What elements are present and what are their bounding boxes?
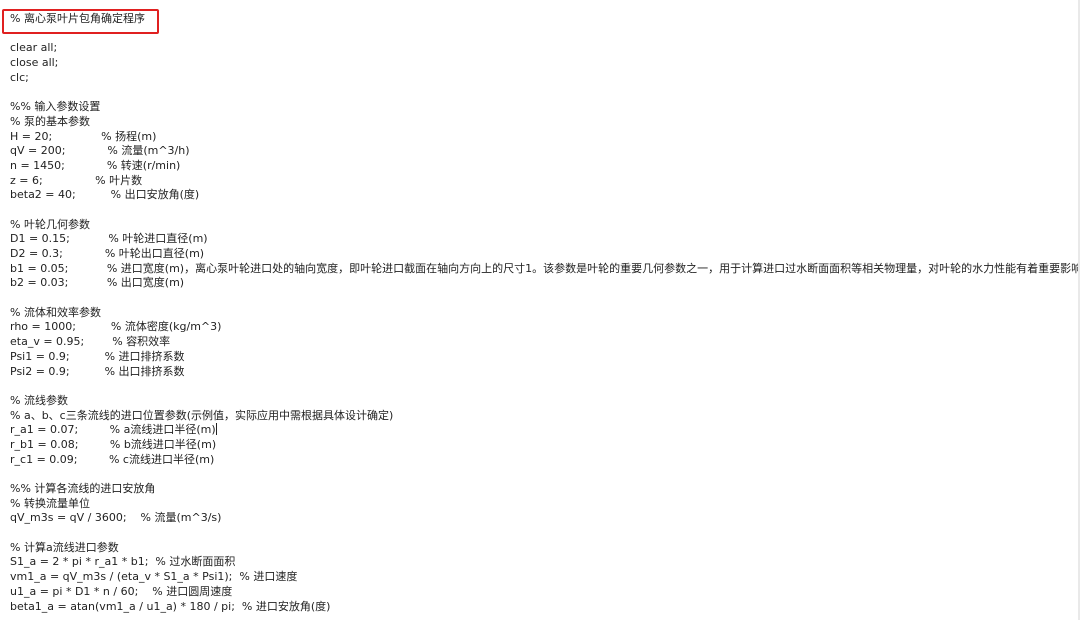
code-line[interactable]: z = 6; % 叶片数 bbox=[10, 174, 1080, 189]
code-line[interactable]: % 转换流量单位 bbox=[10, 497, 1080, 512]
code-line[interactable]: eta_v = 0.95; % 容积效率 bbox=[10, 335, 1080, 350]
code-line[interactable]: beta2 = 40; % 出口安放角(度) bbox=[10, 188, 1080, 203]
code-line[interactable]: r_a1 = 0.07; % a流线进口半径(m) bbox=[10, 423, 1080, 438]
code-line[interactable]: b2 = 0.03; % 出口宽度(m) bbox=[10, 276, 1080, 291]
code-line[interactable]: D1 = 0.15; % 叶轮进口直径(m) bbox=[10, 232, 1080, 247]
code-line[interactable]: S1_a = 2 * pi * r_a1 * b1; % 过水断面面积 bbox=[10, 555, 1080, 570]
code-line[interactable]: close all; bbox=[10, 56, 1080, 71]
code-line[interactable]: % 流体和效率参数 bbox=[10, 306, 1080, 321]
code-line[interactable]: %% 计算各流线的进口安放角 bbox=[10, 482, 1080, 497]
text-caret bbox=[215, 423, 217, 436]
code-line[interactable] bbox=[10, 379, 1080, 394]
code-line[interactable]: clear all; bbox=[10, 41, 1080, 56]
code-line[interactable] bbox=[10, 526, 1080, 541]
code-line[interactable]: %% 输入参数设置 bbox=[10, 100, 1080, 115]
code-line[interactable]: r_c1 = 0.09; % c流线进口半径(m) bbox=[10, 453, 1080, 468]
code-line[interactable]: rho = 1000; % 流体密度(kg/m^3) bbox=[10, 320, 1080, 335]
code-line[interactable]: r_b1 = 0.08; % b流线进口半径(m) bbox=[10, 438, 1080, 453]
code-line[interactable]: beta1_a = atan(vm1_a / u1_a) * 180 / pi;… bbox=[10, 600, 1080, 615]
code-line[interactable]: qV_m3s = qV / 3600; % 流量(m^3/s) bbox=[10, 511, 1080, 526]
code-line[interactable]: % a、b、c三条流线的进口位置参数(示例值，实际应用中需根据具体设计确定) bbox=[10, 409, 1080, 424]
code-line[interactable]: clc; bbox=[10, 71, 1080, 86]
code-line[interactable]: Psi1 = 0.9; % 进口排挤系数 bbox=[10, 350, 1080, 365]
code-line[interactable]: qV = 200; % 流量(m^3/h) bbox=[10, 144, 1080, 159]
code-line[interactable]: % 计算a流线进口参数 bbox=[10, 541, 1080, 556]
code-line[interactable]: Psi2 = 0.9; % 出口排挤系数 bbox=[10, 365, 1080, 380]
code-lines[interactable]: % 离心泵叶片包角确定程序 clear all; close all; clc; %% … bbox=[10, 12, 1080, 614]
code-line[interactable] bbox=[10, 467, 1080, 482]
code-line[interactable] bbox=[10, 85, 1080, 100]
code-line[interactable]: u1_a = pi * D1 * n / 60; % 进口圆周速度 bbox=[10, 585, 1080, 600]
code-line[interactable] bbox=[10, 27, 1080, 42]
code-line[interactable]: % 流线参数 bbox=[10, 394, 1080, 409]
code-editor[interactable]: % 离心泵叶片包角确定程序 clear all; close all; clc; %% … bbox=[0, 0, 1080, 620]
code-line[interactable]: n = 1450; % 转速(r/min) bbox=[10, 159, 1080, 174]
code-line[interactable]: % 离心泵叶片包角确定程序 bbox=[10, 12, 1080, 27]
code-line[interactable] bbox=[10, 291, 1080, 306]
code-line[interactable]: b1 = 0.05; % 进口宽度(m)，离心泵叶轮进口处的轴向宽度，即叶轮进口… bbox=[10, 262, 1080, 277]
code-line[interactable] bbox=[10, 203, 1080, 218]
code-line[interactable]: % 叶轮几何参数 bbox=[10, 218, 1080, 233]
code-line[interactable]: vm1_a = qV_m3s / (eta_v * S1_a * Psi1); … bbox=[10, 570, 1080, 585]
code-line[interactable]: H = 20; % 扬程(m) bbox=[10, 130, 1080, 145]
code-line[interactable]: D2 = 0.3; % 叶轮出口直径(m) bbox=[10, 247, 1080, 262]
code-line[interactable]: % 泵的基本参数 bbox=[10, 115, 1080, 130]
